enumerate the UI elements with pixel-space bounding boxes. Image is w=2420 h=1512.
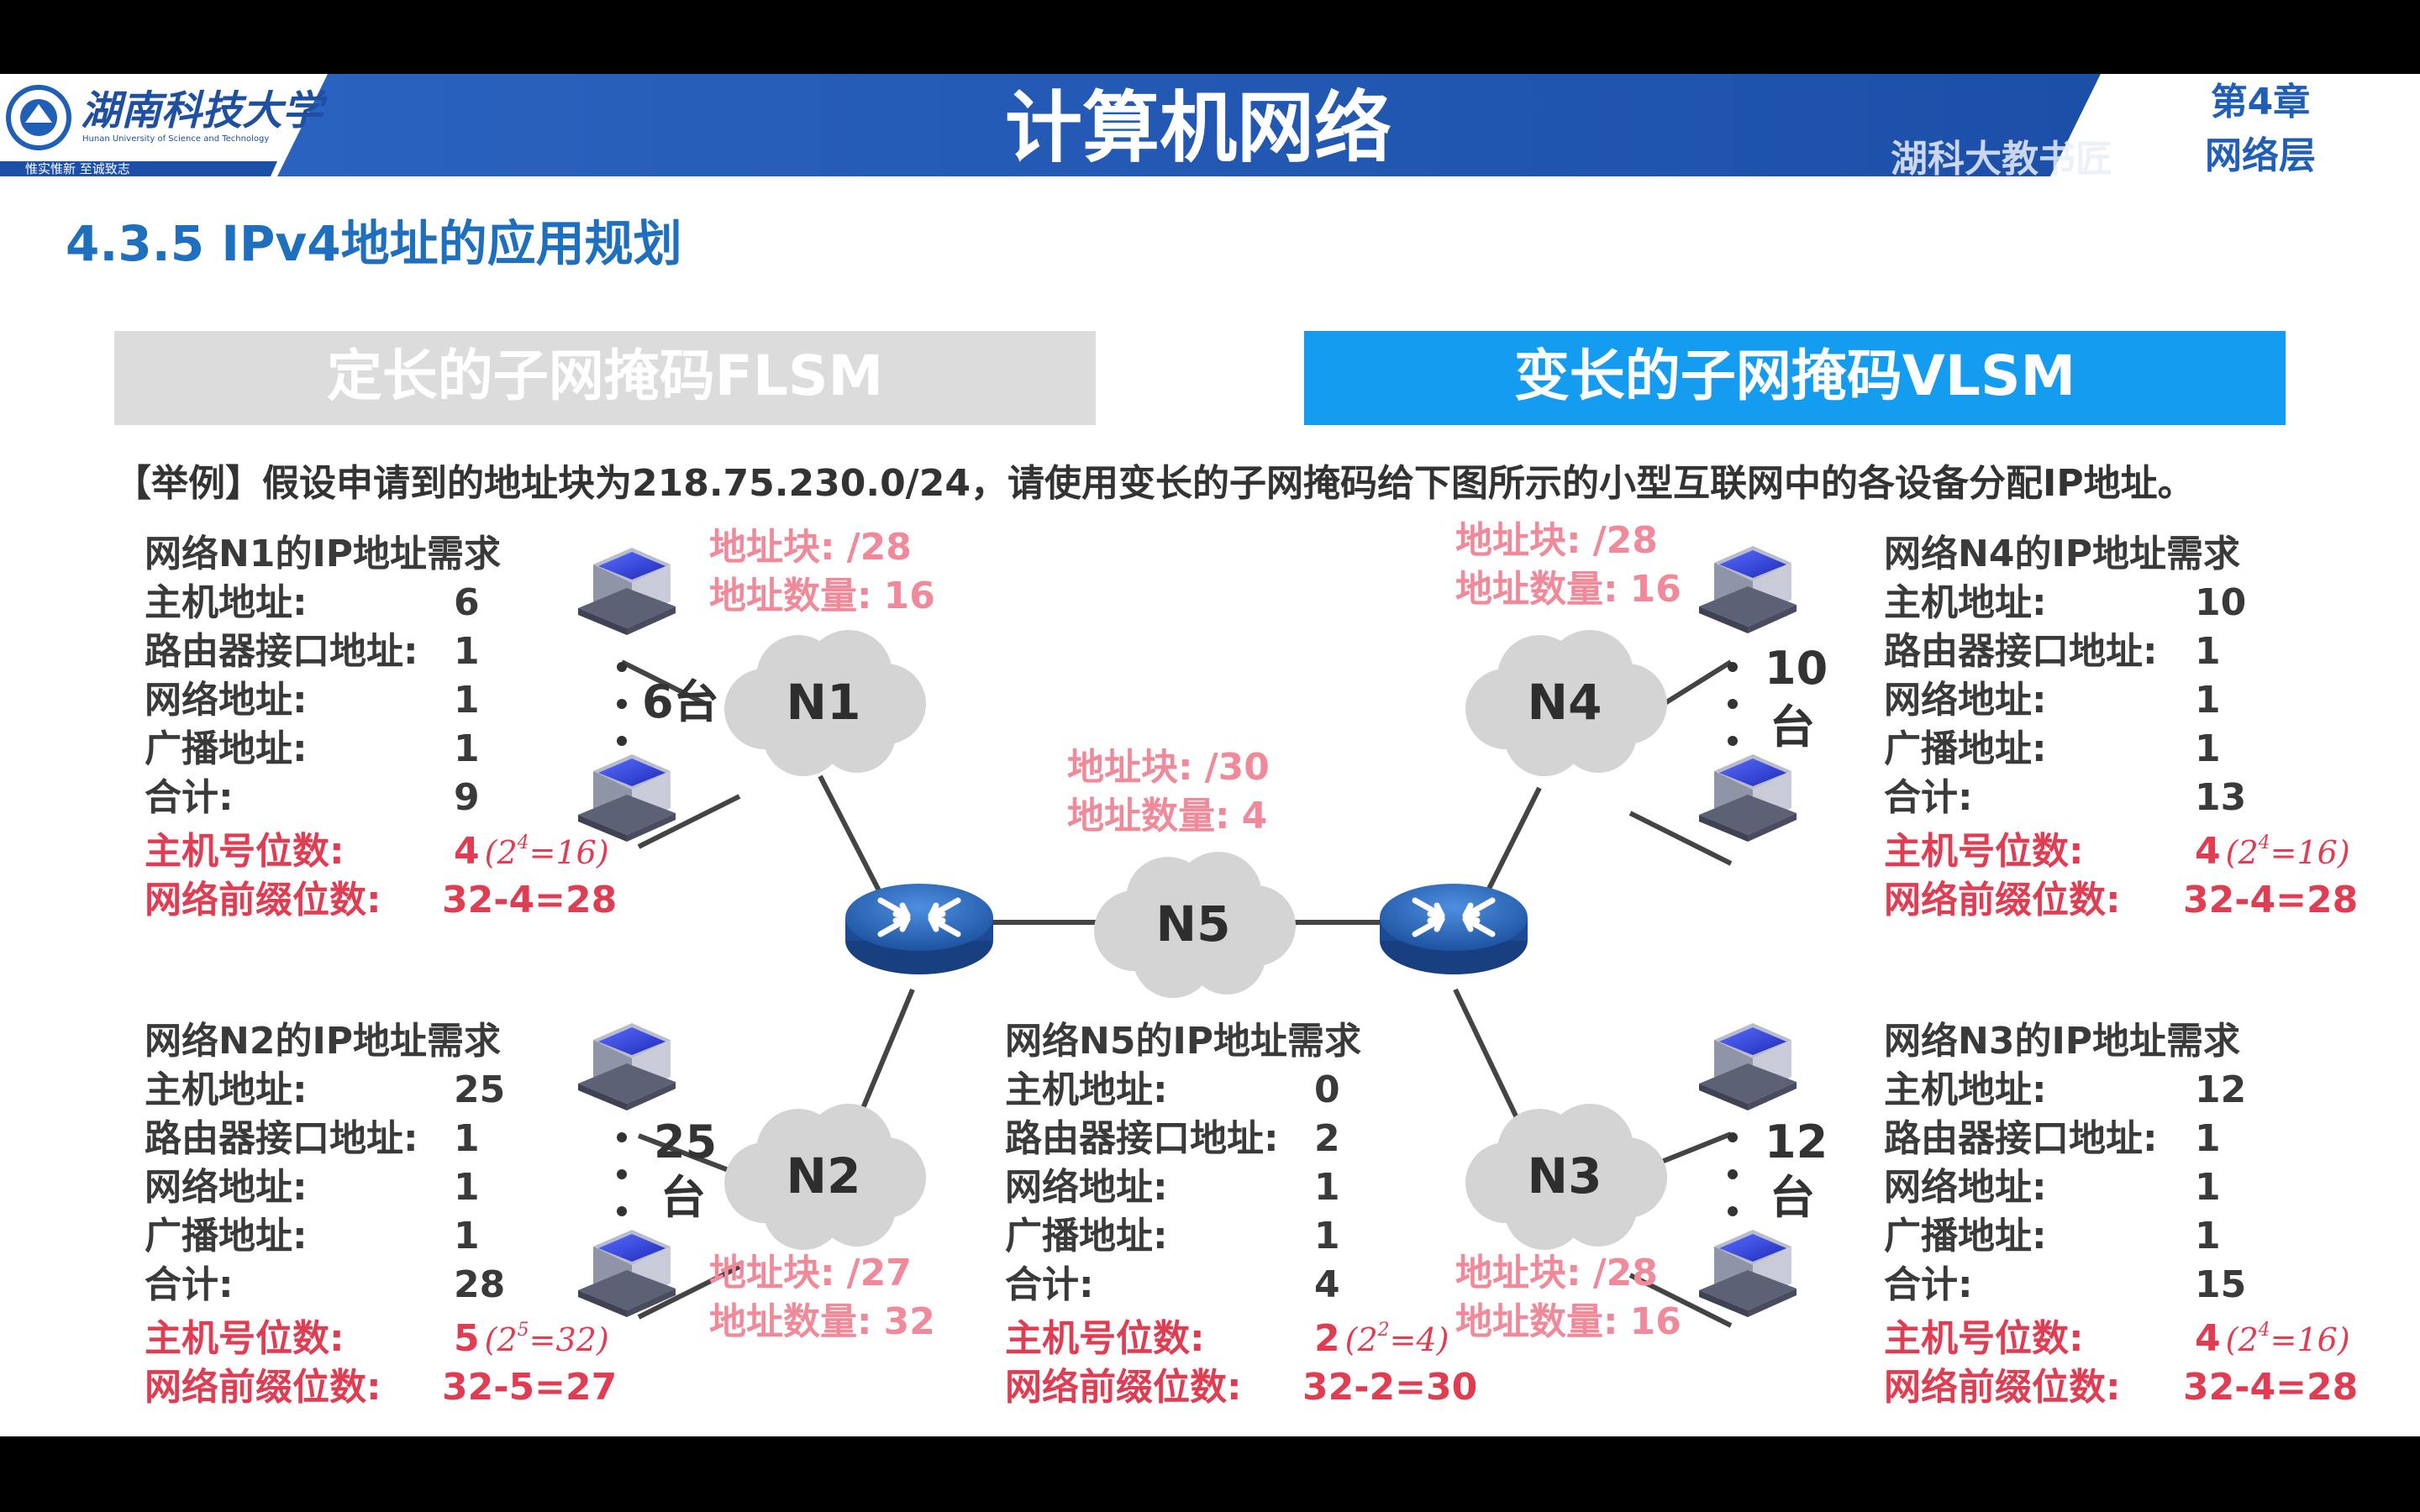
host-bits-label: 主机号位数: (145, 1317, 345, 1360)
host-bits-value: 2 (22=4) (1314, 1317, 1449, 1360)
requirements-n5: 网络N5的IP地址需求主机地址: 0 路由器接口地址: 2 网络地址: 1 广播地址: 1 合计… (1005, 1020, 1477, 1409)
req-value: 2 (1314, 1117, 1340, 1160)
req-label: 路由器接口地址: (1884, 1117, 2158, 1160)
host-bits-label: 主机号位数: (145, 830, 345, 873)
host-bits-value: 5 (25=32) (454, 1317, 609, 1360)
prefix-bits-label: 网络前缀位数: (1884, 1366, 2121, 1409)
req-title: 网络N2的IP地址需求 (145, 1020, 501, 1063)
req-label: 合计: (145, 776, 234, 819)
slide: 湖南科技大学 Hunan University of Science and T… (0, 74, 2420, 1436)
req-value: 1 (454, 630, 480, 673)
req-label: 合计: (1884, 1263, 1973, 1306)
req-label: 合计: (145, 1263, 234, 1306)
req-label: 广播地址: (1884, 727, 2047, 770)
video-frame: 湖南科技大学 Hunan University of Science and T… (0, 0, 2420, 1512)
req-label: 主机地址: (1884, 1068, 2047, 1111)
req-label: 网络地址: (1884, 1166, 2047, 1209)
req-label: 网络地址: (1884, 679, 2047, 722)
req-label: 路由器接口地址: (145, 1117, 418, 1160)
req-label: 路由器接口地址: (145, 630, 418, 673)
req-title: 网络N3的IP地址需求 (1884, 1020, 2240, 1063)
req-value: 4 (1314, 1263, 1340, 1306)
req-label: 路由器接口地址: (1005, 1117, 1279, 1160)
req-value: 25 (454, 1068, 505, 1111)
prefix-bits-label: 网络前缀位数: (1884, 879, 2121, 921)
prefix-bits-value: 32-4=28 (2183, 1366, 2358, 1409)
req-value: 15 (2195, 1263, 2246, 1306)
prefix-bits-label: 网络前缀位数: (1005, 1366, 1242, 1409)
req-value: 1 (454, 1215, 480, 1257)
req-value: 1 (454, 1166, 480, 1209)
req-value: 1 (2195, 679, 2221, 722)
req-value: 1 (1314, 1166, 1340, 1209)
prefix-bits-value: 32-2=30 (1302, 1366, 1477, 1409)
prefix-bits-value: 32-5=27 (442, 1366, 617, 1409)
req-label: 网络地址: (1005, 1166, 1168, 1209)
req-value: 1 (2195, 727, 2221, 770)
req-label: 路由器接口地址: (1884, 630, 2158, 673)
req-value: 1 (454, 727, 480, 770)
req-value: 9 (454, 776, 480, 819)
prefix-bits-value: 32-4=28 (442, 879, 617, 921)
req-title: 网络N4的IP地址需求 (1884, 533, 2240, 575)
req-label: 广播地址: (1884, 1215, 2047, 1257)
requirement-panels: 网络N1的IP地址需求主机地址: 6路由器接口地址: 1网络地址: 1广播地址: 1合计… (145, 533, 2358, 1409)
req-label: 广播地址: (145, 727, 308, 770)
req-label: 网络地址: (145, 1166, 308, 1209)
req-label: 广播地址: (145, 1215, 308, 1257)
req-label: 合计: (1884, 776, 1973, 819)
host-bits-label: 主机号位数: (1884, 1317, 2084, 1360)
req-value: 1 (1314, 1215, 1340, 1257)
req-label: 广播地址: (1005, 1215, 1168, 1257)
host-bits-value: 4 (24=16) (2195, 1317, 2350, 1360)
req-value: 1 (2195, 1166, 2221, 1209)
prefix-bits-label: 网络前缀位数: (145, 1366, 381, 1409)
prefix-bits-value: 32-4=28 (2183, 879, 2358, 921)
req-value: 1 (2195, 1117, 2221, 1160)
req-label: 网络地址: (145, 679, 308, 722)
host-bits-value: 4 (24=16) (454, 830, 609, 873)
host-bits-value: 4 (24=16) (2195, 830, 2350, 873)
req-value: 0 (1314, 1068, 1340, 1111)
req-value: 10 (2195, 581, 2246, 624)
host-bits-label: 主机号位数: (1005, 1317, 1205, 1360)
req-label: 主机地址: (1005, 1068, 1168, 1111)
req-value: 13 (2195, 776, 2246, 819)
requirements-n4: 网络N4的IP地址需求主机地址: 10 路由器接口地址: 1 网络地址: 1 广播地址: 1 合… (1884, 533, 2358, 921)
requirements-n3: 网络N3的IP地址需求主机地址: 12 路由器接口地址: 1 网络地址: 1 广播地址: 1 合… (1884, 1020, 2358, 1409)
req-title: 网络N1的IP地址需求 (145, 533, 501, 575)
requirements-n1: 网络N1的IP地址需求主机地址: 6 路由器接口地址: 1 网络地址: 1 广播地址: 1 合计… (145, 533, 617, 921)
host-bits-label: 主机号位数: (1884, 830, 2084, 873)
req-label: 主机地址: (1884, 581, 2047, 624)
requirements-n2: 网络N2的IP地址需求主机地址: 25 路由器接口地址: 1 网络地址: 1 广播地址: 1 合… (145, 1020, 617, 1409)
req-label: 合计: (1005, 1263, 1094, 1306)
req-value: 1 (2195, 630, 2221, 673)
prefix-bits-label: 网络前缀位数: (145, 879, 381, 921)
req-value: 28 (454, 1263, 505, 1306)
req-title: 网络N5的IP地址需求 (1005, 1020, 1361, 1063)
req-value: 1 (2195, 1215, 2221, 1257)
req-label: 主机地址: (145, 581, 308, 624)
req-value: 6 (454, 581, 480, 624)
req-value: 12 (2195, 1068, 2246, 1111)
req-value: 1 (454, 679, 480, 722)
req-label: 主机地址: (145, 1068, 308, 1111)
req-value: 1 (454, 1117, 480, 1160)
